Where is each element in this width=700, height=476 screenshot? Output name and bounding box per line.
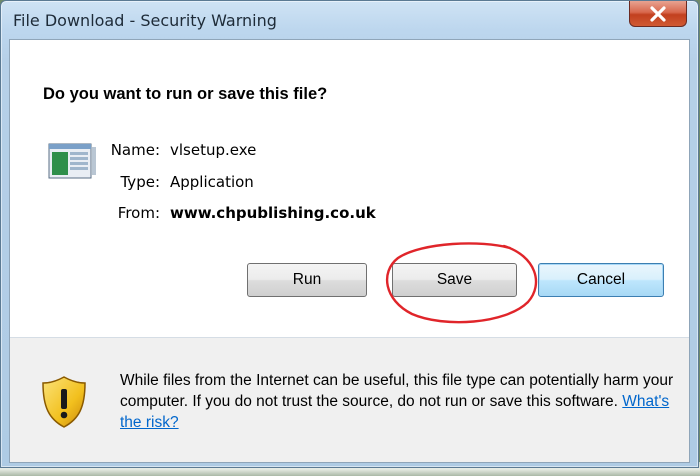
shield-warning-icon: [42, 376, 86, 428]
warning-footer: While files from the Internet can be use…: [10, 338, 689, 462]
close-button[interactable]: [629, 1, 687, 27]
name-label: Name:: [110, 141, 160, 159]
cancel-button[interactable]: Cancel: [538, 263, 664, 297]
warning-text: While files from the Internet can be use…: [120, 372, 674, 410]
type-value: Application: [170, 173, 254, 191]
warning-message: While files from the Internet can be use…: [120, 370, 680, 433]
save-button[interactable]: Save: [392, 263, 517, 297]
run-button[interactable]: Run: [247, 263, 367, 297]
window-title: File Download - Security Warning: [13, 11, 277, 30]
from-label: From:: [117, 204, 160, 222]
dialog-question: Do you want to run or save this file?: [43, 85, 328, 103]
from-value: www.chpublishing.co.uk: [170, 204, 376, 222]
type-label: Type:: [120, 173, 160, 191]
security-warning-dialog: File Download - Security Warning Do you …: [0, 0, 699, 468]
close-icon: [650, 5, 666, 22]
name-value: vlsetup.exe: [170, 141, 257, 159]
dialog-body: Do you want to run or save this file? Na…: [9, 39, 690, 463]
title-bar[interactable]: File Download - Security Warning: [1, 1, 698, 39]
